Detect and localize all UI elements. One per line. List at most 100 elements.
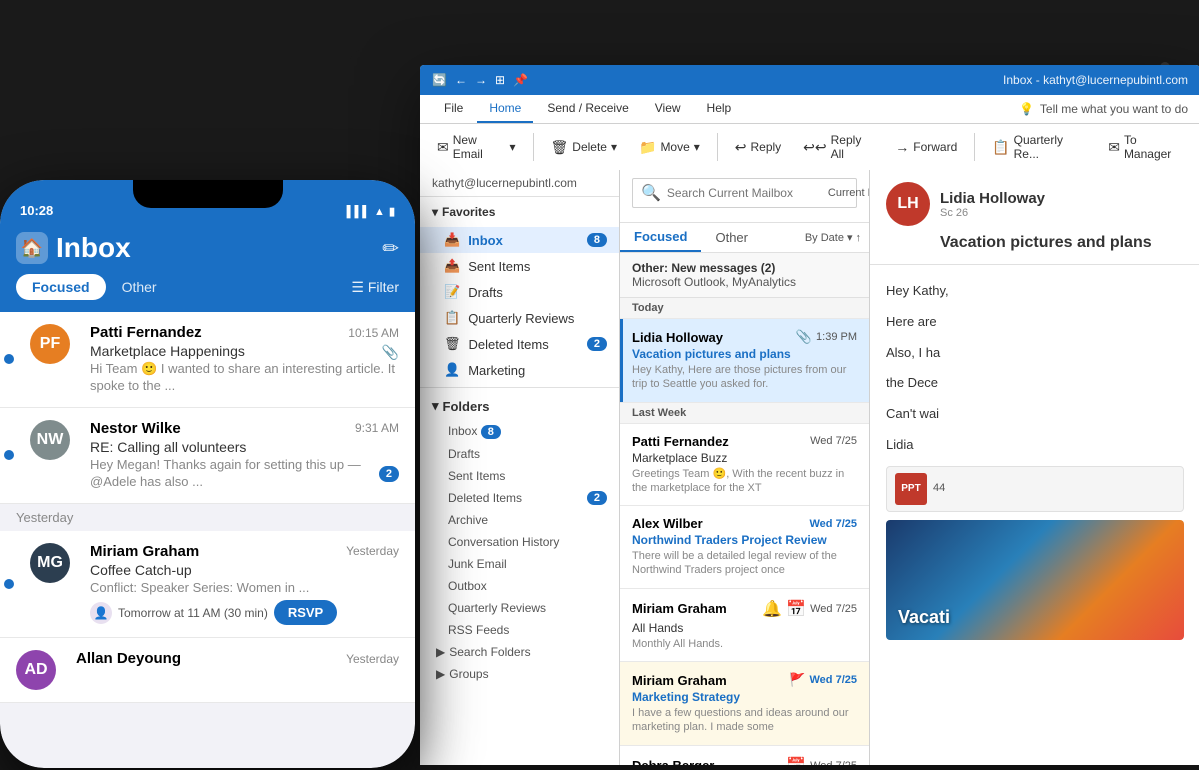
quarterly-icon: 📋 <box>992 139 1009 156</box>
list-item[interactable]: NW Nestor Wilke 9:31 AM RE: Calling all … <box>0 408 415 504</box>
email-item-miriam-allhands[interactable]: Miriam Graham 🔔 📅 Wed 7/25 All Hands Mon… <box>620 589 869 662</box>
phone-tab-focused[interactable]: Focused <box>16 274 106 300</box>
window-title: Inbox - kathyt@lucernepubintl.com <box>1003 73 1188 87</box>
phone-filter-btn[interactable]: ☰ Filter <box>351 279 399 296</box>
folder-rss[interactable]: RSS Feeds <box>420 619 619 641</box>
folder-archive[interactable]: Archive <box>420 509 619 531</box>
compose-icon[interactable]: ✏ <box>382 236 399 261</box>
email-subject: Marketplace Buzz <box>632 451 857 465</box>
list-item[interactable]: MG Miriam Graham Yesterday Coffee Catch-… <box>0 531 415 639</box>
other-banner[interactable]: Other: New messages (2) Microsoft Outloo… <box>620 253 869 298</box>
rsvp-button[interactable]: RSVP <box>274 600 337 625</box>
inbox-icon: 📥 <box>444 232 460 248</box>
reply-all-icon: ↩↩ <box>803 139 826 156</box>
folder-deleted-label: Deleted Items <box>448 491 522 505</box>
new-email-button[interactable]: ✉ New Email ▾ <box>428 128 525 166</box>
ribbon-search-label[interactable]: Tell me what you want to do <box>1040 102 1188 116</box>
tab-send-receive[interactable]: Send / Receive <box>535 95 640 123</box>
main-content: kathyt@lucernepubintl.com ▾ Favorites 📥 … <box>420 170 1199 765</box>
body-line-2: Here are <box>886 312 1184 333</box>
lightbulb-icon: 💡 <box>1019 102 1034 116</box>
tab-focused[interactable]: Focused <box>620 223 701 252</box>
sent-icon: 📤 <box>444 258 460 274</box>
new-email-dropdown[interactable]: ▾ <box>510 140 516 154</box>
nav-back[interactable]: ← <box>455 73 467 87</box>
delete-button[interactable]: 🗑 Delete ▾ <box>542 134 627 161</box>
move-dropdown[interactable]: ▾ <box>694 140 700 154</box>
folders-header[interactable]: ▾ Folders <box>420 392 619 420</box>
email-item-alex[interactable]: Alex Wilber Wed 7/25 Northwind Traders P… <box>620 506 869 589</box>
folder-junk[interactable]: Junk Email <box>420 553 619 575</box>
folder-drafts[interactable]: Drafts <box>420 443 619 465</box>
body-line-6: Lidia <box>886 435 1184 456</box>
move-button[interactable]: 📁 Move ▾ <box>630 134 709 161</box>
search-bar: 🔍 Current Mailbox ▾ <box>632 178 857 208</box>
sender-info: Lidia Holloway Sc 26 <box>940 190 1184 219</box>
tab-view[interactable]: View <box>643 95 693 123</box>
sidebar-item-inbox[interactable]: 📥 Inbox 8 <box>420 227 619 253</box>
outlook-window: 🔄 ← → ⊞ 📌 Inbox - kathyt@lucernepubintl.… <box>420 65 1199 765</box>
apps-icon[interactable]: ⊞ <box>495 73 505 87</box>
list-item[interactable]: PF Patti Fernandez 10:15 AM Marketplace … <box>0 312 415 408</box>
email-item-patti[interactable]: Patti Fernandez Wed 7/25 Marketplace Buz… <box>620 424 869 507</box>
reply-all-button[interactable]: ↩↩ Reply All <box>794 128 882 166</box>
email-item-lidia[interactable]: Lidia Holloway 📎 1:39 PM Vacation pictur… <box>620 319 869 403</box>
search-input[interactable] <box>667 186 822 200</box>
sidebar-item-drafts[interactable]: 📝 Drafts <box>420 279 619 305</box>
email-subject: Marketing Strategy <box>632 690 857 704</box>
phone-inbox-label: Inbox <box>56 232 131 264</box>
phone-tab-bar: Focused Other ☰ Filter <box>16 274 399 300</box>
search-folders-item[interactable]: ▶ Search Folders <box>420 641 619 663</box>
folder-deleted[interactable]: Deleted Items 2 <box>420 487 619 509</box>
list-item[interactable]: AD Allan Deyoung Yesterday <box>0 638 415 703</box>
folder-inbox-badge: 8 <box>481 425 501 439</box>
to-manager-icon: ✉ <box>1108 139 1120 156</box>
reply-button[interactable]: ↩ Reply <box>726 134 790 161</box>
folder-conversation[interactable]: Conversation History <box>420 531 619 553</box>
email-item-miriam-marketing[interactable]: Miriam Graham 🚩 Wed 7/25 Marketing Strat… <box>620 662 869 746</box>
forward-button[interactable]: → Forward <box>886 134 966 160</box>
nav-forward[interactable]: → <box>475 73 487 87</box>
mailbox-button[interactable]: Current Mailbox ▾ <box>828 187 870 200</box>
folder-sent[interactable]: Sent Items <box>420 465 619 487</box>
other-banner-sub: Microsoft Outlook, MyAnalytics <box>632 275 796 289</box>
to-manager-button[interactable]: ✉ To Manager <box>1099 128 1192 166</box>
folder-rss-label: RSS Feeds <box>448 623 509 637</box>
tab-home[interactable]: Home <box>477 95 533 123</box>
email-sender: Lidia Holloway <box>632 330 723 345</box>
delete-dropdown[interactable]: ▾ <box>611 140 617 154</box>
email-row1: Patti Fernandez 10:15 AM <box>90 324 399 341</box>
email-sender: Alex Wilber <box>632 516 703 531</box>
favorites-chevron: ▾ <box>432 205 438 219</box>
sender-name: Nestor Wilke <box>90 420 181 437</box>
quarterly-button[interactable]: 📋 Quarterly Re... <box>983 128 1095 166</box>
sidebar-item-sent[interactable]: 📤 Sent Items <box>420 253 619 279</box>
email-sender: Debra Berger <box>632 758 714 765</box>
folder-outbox[interactable]: Outbox <box>420 575 619 597</box>
folder-inbox[interactable]: Inbox 8 <box>420 420 619 443</box>
tab-help[interactable]: Help <box>695 95 744 123</box>
search-folders-label: Search Folders <box>449 645 530 659</box>
drafts-icon: 📝 <box>444 284 460 300</box>
email-content: Patti Fernandez 10:15 AM Marketplace Hap… <box>90 324 399 395</box>
titlebar: 🔄 ← → ⊞ 📌 Inbox - kathyt@lucernepubintl.… <box>420 65 1199 95</box>
tab-file[interactable]: File <box>432 95 475 123</box>
sidebar-item-quarterly[interactable]: 📋 Quarterly Reviews <box>420 305 619 331</box>
email-row1: Allan Deyoung Yesterday <box>76 650 399 667</box>
ribbon-tabs: File Home Send / Receive View Help 💡 Tel… <box>420 95 1199 124</box>
sort-control[interactable]: By Date ▾ ↑ <box>797 225 869 250</box>
folder-quarterly[interactable]: Quarterly Reviews <box>420 597 619 619</box>
email-content: Miriam Graham Yesterday Coffee Catch-up … <box>90 543 399 626</box>
groups-item[interactable]: ▶ Groups <box>420 663 619 685</box>
favorites-header[interactable]: ▾ Favorites <box>420 197 619 227</box>
tab-other[interactable]: Other <box>701 224 762 251</box>
sidebar-item-marketing[interactable]: 👤 Marketing <box>420 357 619 383</box>
sidebar-marketing-label: Marketing <box>468 363 525 378</box>
groups-label: Groups <box>449 667 488 681</box>
phone-tab-other[interactable]: Other <box>114 274 165 300</box>
reminder-text: Tomorrow at 11 AM (30 min) <box>118 606 268 620</box>
selected-bar <box>620 319 623 402</box>
sidebar-item-deleted[interactable]: 🗑 Deleted Items 2 <box>420 331 619 357</box>
email-time: Wed 7/25 <box>810 674 858 686</box>
email-item-debra[interactable]: Debra Berger 📅 Wed 7/25 Time off Just ta… <box>620 746 869 765</box>
